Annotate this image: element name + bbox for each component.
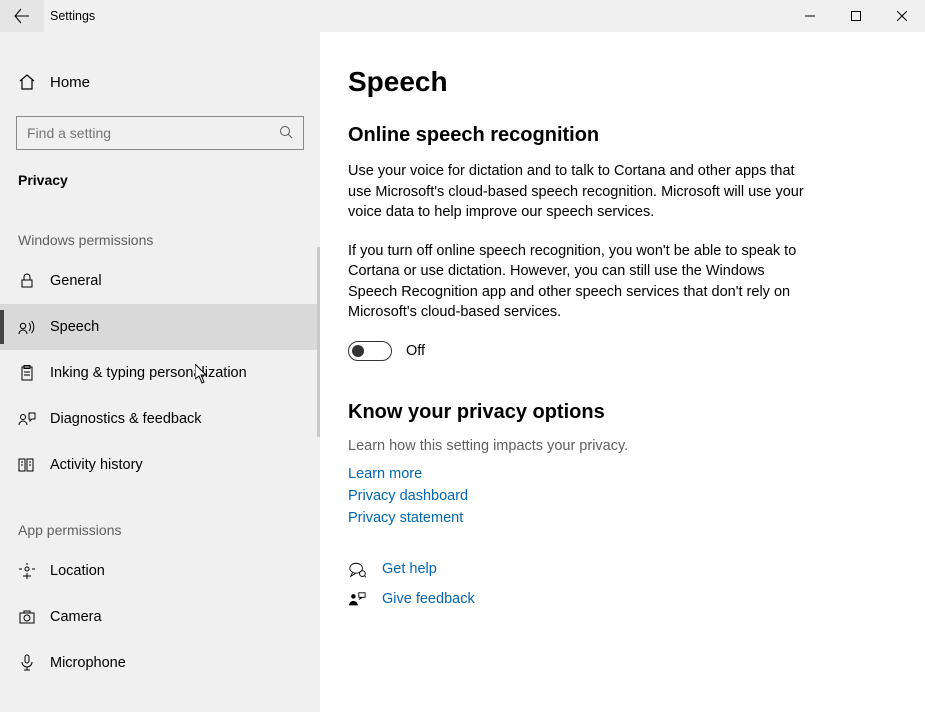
sidebar-item-general[interactable]: General bbox=[0, 258, 320, 304]
description-2: If you turn off online speech recognitio… bbox=[348, 241, 808, 323]
sidebar-item-location[interactable]: Location bbox=[0, 548, 320, 594]
camera-icon bbox=[18, 608, 36, 626]
sidebar-item-label: Camera bbox=[50, 609, 102, 625]
sidebar-item-label: Activity history bbox=[50, 457, 143, 473]
main-content: Speech Online speech recognition Use you… bbox=[320, 32, 925, 712]
home-icon bbox=[18, 73, 36, 91]
back-button[interactable] bbox=[0, 0, 44, 32]
close-icon bbox=[897, 11, 907, 21]
minimize-icon bbox=[805, 11, 815, 21]
sidebar-item-label: Location bbox=[50, 563, 105, 579]
clipboard-icon bbox=[18, 364, 36, 382]
section-label-windows-permissions: Windows permissions bbox=[0, 198, 320, 258]
link-privacy-dashboard[interactable]: Privacy dashboard bbox=[348, 486, 877, 508]
category-label: Privacy bbox=[0, 158, 320, 198]
sidebar: Home Privacy Windows permissions General… bbox=[0, 32, 320, 712]
location-icon bbox=[18, 562, 36, 580]
sidebar-item-label: General bbox=[50, 273, 102, 289]
search-input[interactable] bbox=[27, 125, 279, 141]
link-get-help[interactable]: Get help bbox=[382, 559, 437, 581]
search-input-wrapper[interactable] bbox=[16, 116, 304, 150]
link-privacy-statement[interactable]: Privacy statement bbox=[348, 508, 877, 530]
lock-icon bbox=[18, 272, 36, 290]
sidebar-item-activity[interactable]: Activity history bbox=[0, 442, 320, 488]
sidebar-item-camera[interactable]: Camera bbox=[0, 594, 320, 640]
online-speech-toggle[interactable] bbox=[348, 341, 392, 361]
maximize-icon bbox=[851, 11, 861, 21]
toggle-state-label: Off bbox=[406, 343, 425, 359]
maximize-button[interactable] bbox=[833, 0, 879, 32]
sidebar-item-label: Microphone bbox=[50, 655, 126, 671]
microphone-icon bbox=[18, 654, 36, 672]
section-label-app-permissions: App permissions bbox=[0, 488, 320, 548]
section-heading-privacy-options: Know your privacy options bbox=[348, 401, 877, 424]
speech-icon bbox=[18, 318, 36, 336]
feedback-icon bbox=[18, 410, 36, 428]
page-title: Speech bbox=[348, 66, 877, 98]
arrow-left-icon bbox=[14, 8, 30, 24]
privacy-subtext: Learn how this setting impacts your priv… bbox=[348, 438, 877, 454]
sidebar-item-label: Inking & typing personalization bbox=[50, 365, 247, 381]
help-icon bbox=[348, 561, 366, 579]
link-learn-more[interactable]: Learn more bbox=[348, 464, 877, 486]
close-button[interactable] bbox=[879, 0, 925, 32]
sidebar-item-label: Speech bbox=[50, 319, 99, 335]
sidebar-item-diagnostics[interactable]: Diagnostics & feedback bbox=[0, 396, 320, 442]
sidebar-item-speech[interactable]: Speech bbox=[0, 304, 320, 350]
titlebar: Settings bbox=[0, 0, 925, 32]
sidebar-home-label: Home bbox=[50, 74, 90, 91]
link-give-feedback[interactable]: Give feedback bbox=[382, 589, 475, 611]
sidebar-item-microphone[interactable]: Microphone bbox=[0, 640, 320, 686]
feedback-person-icon bbox=[348, 591, 366, 609]
window-title: Settings bbox=[50, 9, 95, 23]
history-icon bbox=[18, 456, 36, 474]
description-1: Use your voice for dictation and to talk… bbox=[348, 161, 808, 223]
sidebar-item-label: Diagnostics & feedback bbox=[50, 411, 202, 427]
sidebar-home[interactable]: Home bbox=[0, 60, 320, 104]
search-icon bbox=[279, 125, 293, 142]
sidebar-item-inking[interactable]: Inking & typing personalization bbox=[0, 350, 320, 396]
section-heading-online-speech: Online speech recognition bbox=[348, 124, 877, 147]
minimize-button[interactable] bbox=[787, 0, 833, 32]
